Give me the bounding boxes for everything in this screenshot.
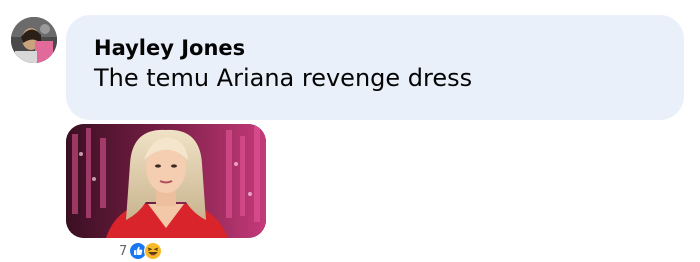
comment-gif[interactable] — [66, 124, 266, 238]
avatar-photo — [11, 17, 57, 63]
reaction-icons — [129, 242, 163, 260]
reactions-summary[interactable]: 7 — [119, 240, 163, 262]
comment-bubble: Hayley Jones The temu Ariana revenge dre… — [66, 15, 684, 120]
reaction-count: 7 — [119, 243, 128, 259]
avatar[interactable] — [11, 17, 57, 63]
haha-reaction-icon — [144, 242, 163, 260]
comment-thread: Hayley Jones The temu Ariana revenge dre… — [0, 0, 700, 262]
comment-author-name[interactable]: Hayley Jones — [94, 35, 245, 61]
comment-text: The temu Ariana revenge dress — [94, 64, 473, 92]
gif-image — [66, 124, 266, 238]
